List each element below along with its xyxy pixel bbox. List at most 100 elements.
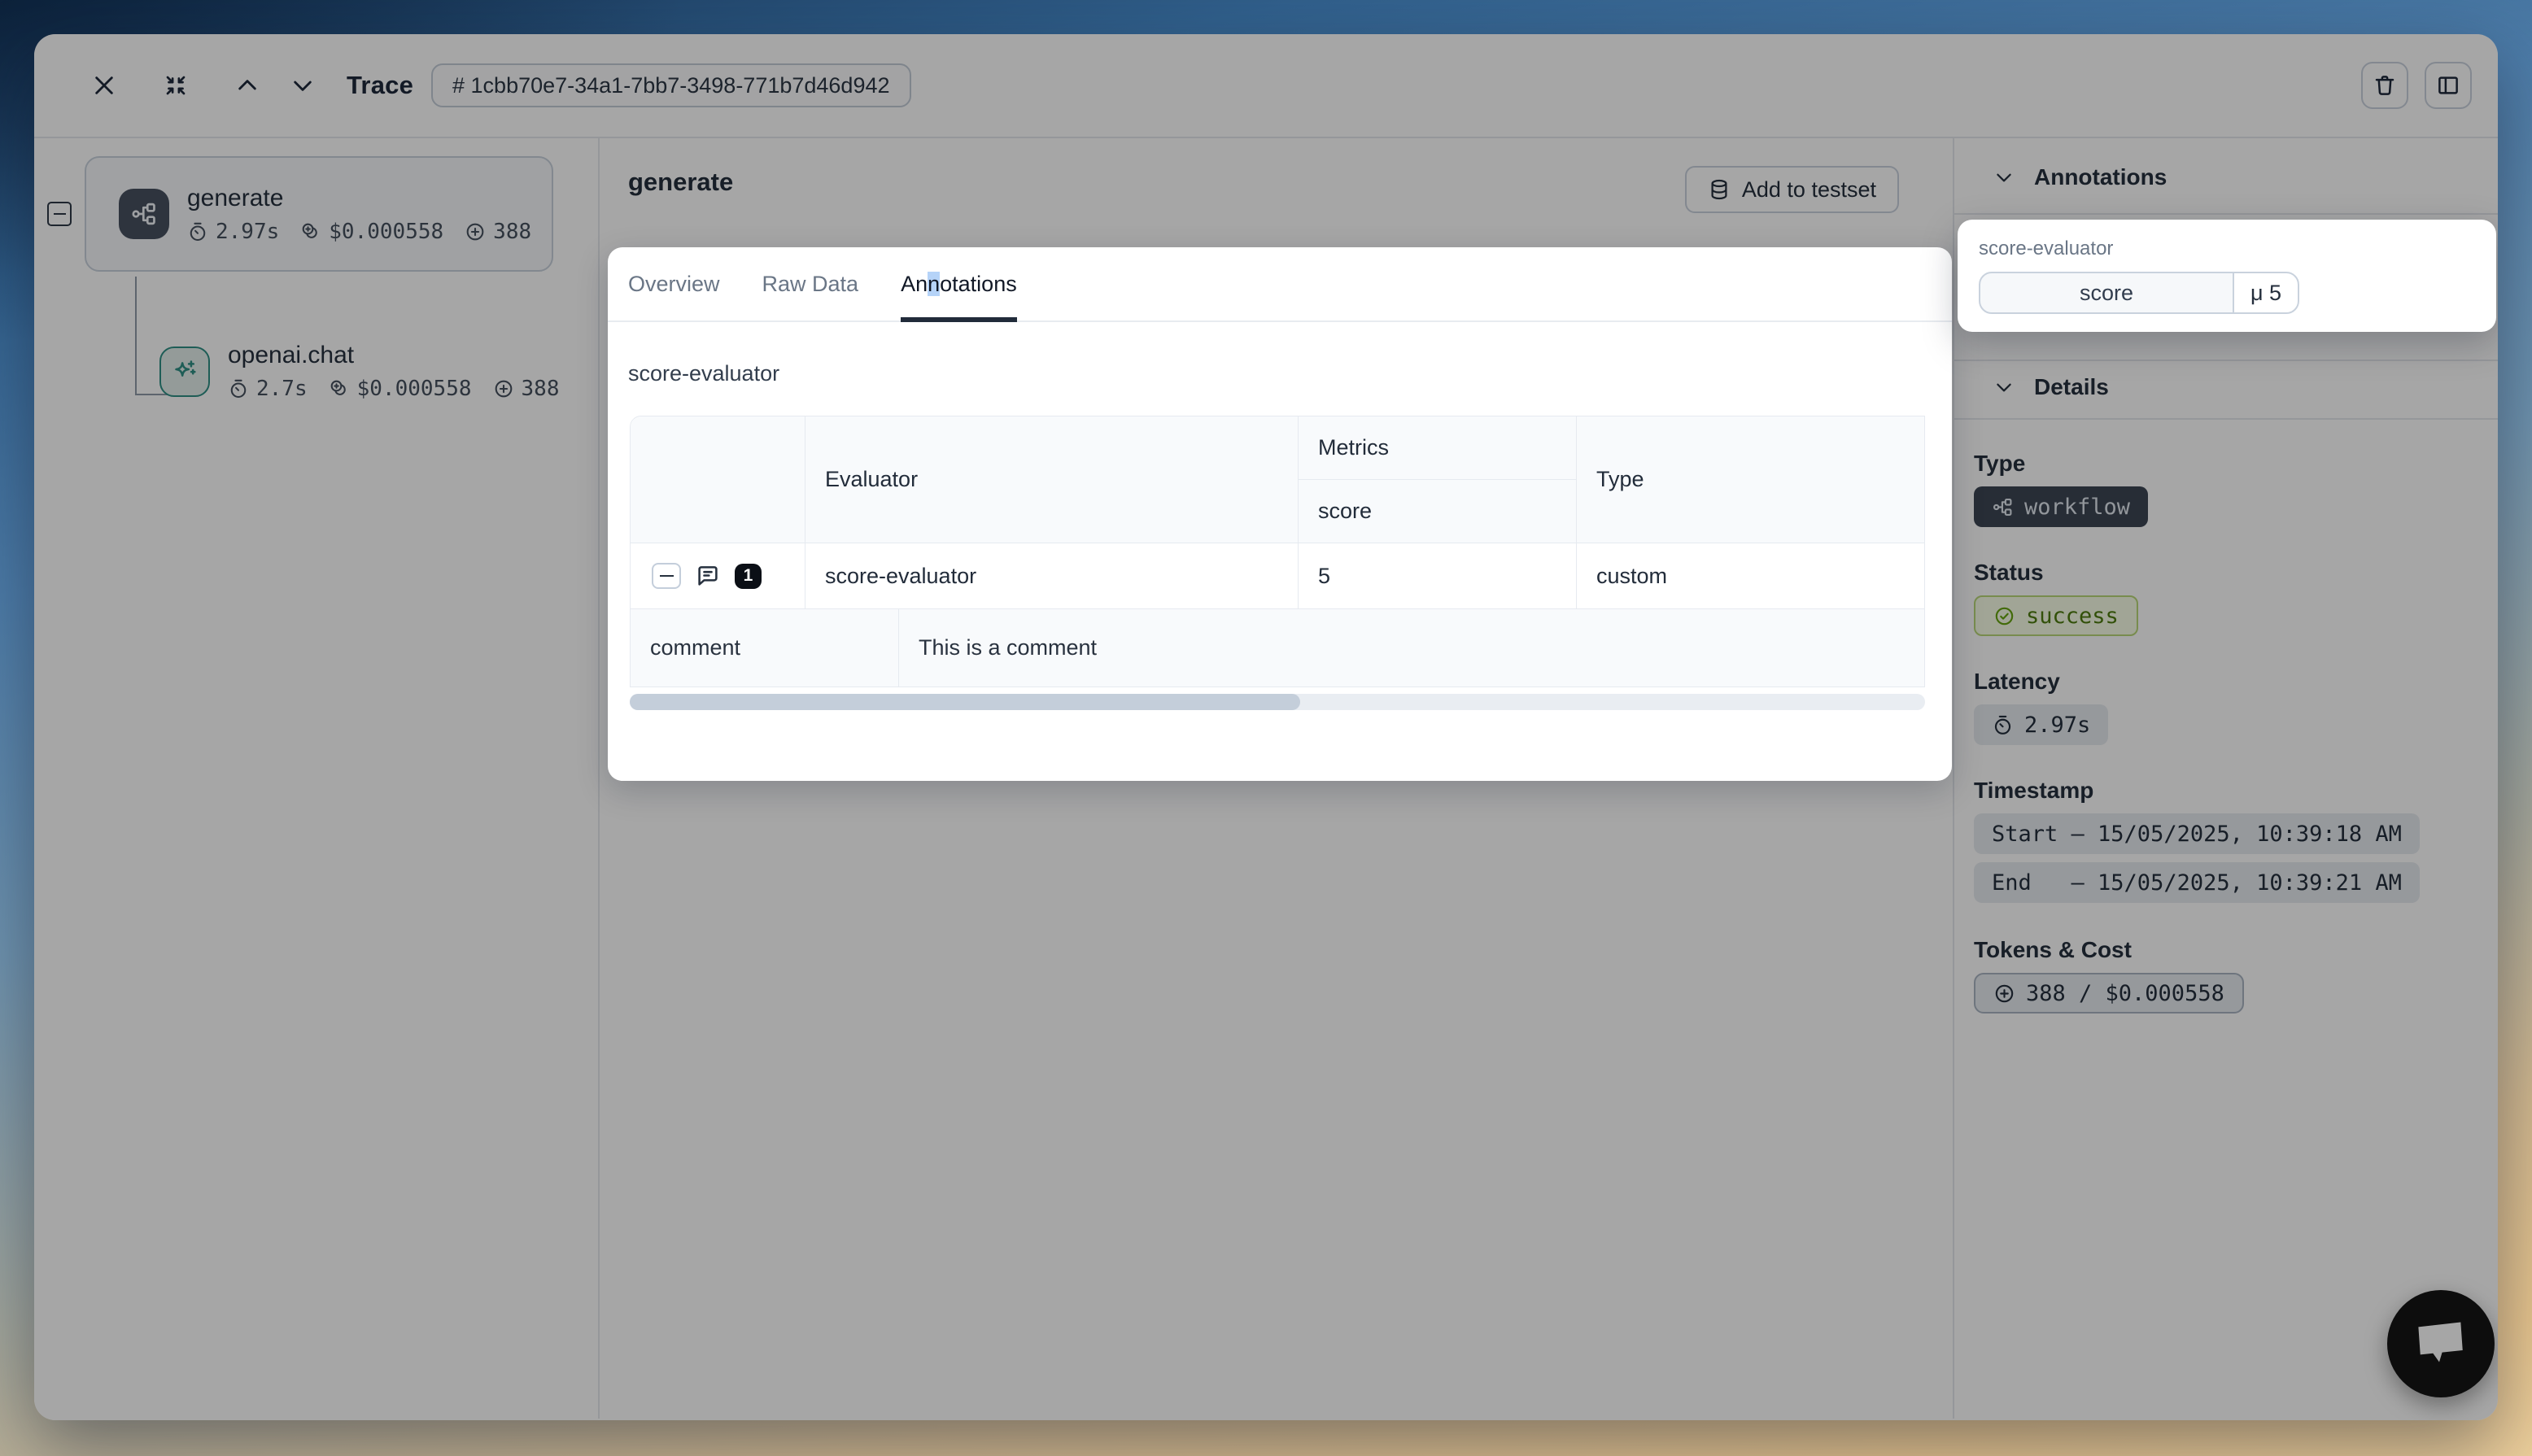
- annotations-section-header: Annotations: [1954, 138, 2498, 213]
- add-to-testset-button[interactable]: Add to testset: [1685, 166, 1899, 213]
- annotation-card: score-evaluator score μ 5: [1958, 220, 2496, 332]
- close-button[interactable]: [91, 72, 117, 98]
- spacer: [1974, 636, 2498, 669]
- span-name: generate: [187, 185, 531, 212]
- trace-title: Trace: [347, 71, 413, 100]
- annotations-collapse-button[interactable]: [1993, 167, 2015, 188]
- tab-overview[interactable]: Overview: [628, 247, 720, 320]
- latency-badge: 2.97s: [1974, 704, 2108, 745]
- cost-value: $0.000558: [329, 220, 443, 244]
- metrics-group-label: Metrics: [1299, 416, 1576, 480]
- stopwatch-icon: [187, 221, 208, 242]
- type-label: Type: [1974, 451, 2498, 477]
- page: Trace # 1cbb70e7-34a1-7bb7-3498-771b7d46…: [0, 0, 2532, 1456]
- side-panel: Annotations score-evaluator score μ 5: [1953, 138, 2498, 1419]
- tab-raw-data[interactable]: Raw Data: [762, 247, 859, 320]
- tokens-value: 388: [493, 220, 531, 244]
- tokens-cost-value: 388 / $0.000558: [2026, 981, 2224, 1006]
- collapse-button[interactable]: [163, 72, 189, 98]
- chevron-down-icon: [1993, 167, 2015, 188]
- span-stats: 2.97s $0.000558 388: [187, 220, 531, 244]
- span-detail-title: generate: [628, 168, 733, 197]
- spacer: [1974, 911, 2498, 937]
- metric-value-segment[interactable]: μ 5: [2233, 272, 2299, 314]
- trace-topbar: Trace # 1cbb70e7-34a1-7bb7-3498-771b7d46…: [34, 34, 2498, 138]
- latency-value: 2.97s: [216, 220, 279, 244]
- topbar-actions: [2361, 62, 2472, 109]
- latency-value: 2.97s: [2024, 713, 2090, 738]
- comment-bubble-icon[interactable]: [695, 563, 721, 589]
- trace-id-badge[interactable]: # 1cbb70e7-34a1-7bb7-3498-771b7d46d942: [431, 63, 910, 107]
- cost-stat: $0.000558: [329, 377, 472, 401]
- stopwatch-icon: [228, 378, 249, 399]
- toggle-side-panel-button[interactable]: [2425, 62, 2472, 109]
- metric-sub-label: score: [1299, 480, 1576, 543]
- tab-label: Annotations: [901, 272, 1017, 297]
- status-value: success: [2026, 604, 2119, 629]
- next-span-button[interactable]: [290, 72, 316, 98]
- span-node-generate[interactable]: generate 2.97s $0.000558: [85, 156, 553, 272]
- tab-label: Raw Data: [762, 272, 859, 297]
- coins-icon: [329, 378, 350, 399]
- plus-circle-icon: [1993, 983, 2015, 1005]
- collapse-row-button[interactable]: [652, 563, 681, 589]
- details-collapse-button[interactable]: [1993, 377, 2015, 398]
- divider: [1954, 213, 2498, 215]
- delete-trace-button[interactable]: [2361, 62, 2408, 109]
- workflow-icon: [119, 189, 169, 239]
- span-node-body: openai.chat 2.7s $0.000558: [228, 342, 559, 401]
- annotations-section-title: Annotations: [2034, 164, 2167, 190]
- latency-value: 2.7s: [256, 377, 308, 401]
- details-section-title: Details: [2034, 374, 2109, 400]
- tokens-stat: 388: [493, 377, 560, 401]
- metric-name-segment[interactable]: score: [1979, 272, 2234, 314]
- annotation-metric-pill: score μ 5: [1979, 272, 2299, 314]
- timestamp-badges: Start — 15/05/2025, 10:39:18 AM End — 15…: [1974, 813, 2498, 911]
- details-fields: Type workflow Status success Latency: [1954, 420, 2498, 1014]
- tokens-cost-label: Tokens & Cost: [1974, 937, 2498, 963]
- minus-icon: [660, 575, 674, 578]
- span-detail-main: generate Add to testset Overview Raw Dat…: [600, 138, 1953, 1419]
- plus-circle-icon: [493, 378, 514, 399]
- cell-evaluator: score-evaluator: [805, 543, 1298, 608]
- tokens-value: 388: [522, 377, 560, 401]
- spacer: [1974, 745, 2498, 778]
- timestamp-label: Timestamp: [1974, 778, 2498, 804]
- header-cell-empty: [631, 416, 805, 543]
- plus-circle-icon: [465, 221, 486, 242]
- row-tools-cell: 1: [631, 543, 805, 608]
- sparkles-icon: [159, 347, 210, 397]
- chevron-up-icon: [234, 72, 260, 98]
- header-cell-type: Type: [1576, 416, 1924, 543]
- span-node-openai-chat[interactable]: openai.chat 2.7s $0.000558: [159, 342, 559, 401]
- spacer: [1974, 527, 2498, 560]
- comment-count-badge: 1: [735, 564, 762, 589]
- tab-label: Overview: [628, 272, 720, 297]
- tokens-stat: 388: [465, 220, 531, 244]
- cell-score: 5: [1298, 543, 1576, 608]
- scrollbar-thumb[interactable]: [630, 694, 1300, 710]
- panel-layout-icon: [2436, 73, 2460, 98]
- drawer-columns: generate 2.97s $0.000558: [34, 138, 2498, 1419]
- latency-label: Latency: [1974, 669, 2498, 695]
- type-value: workflow: [2024, 495, 2130, 520]
- table-row: 1 score-evaluator 5 custom: [631, 543, 1924, 608]
- horizontal-scrollbar[interactable]: [630, 694, 1925, 710]
- status-badge: success: [1974, 595, 2138, 636]
- table-header: Evaluator Metrics score Type: [631, 416, 1924, 543]
- evaluator-section-title: score-evaluator: [628, 361, 1952, 386]
- tree-collapse-toggle[interactable]: [47, 202, 72, 226]
- chat-launcher-button[interactable]: [2387, 1290, 2495, 1397]
- coins-icon: [300, 221, 321, 242]
- prev-span-button[interactable]: [234, 72, 260, 98]
- annotations-tab-panel: Overview Raw Data Annotations score-eval…: [608, 247, 1952, 781]
- start-timestamp-badge: Start — 15/05/2025, 10:39:18 AM: [1974, 813, 2420, 854]
- comment-value-cell: This is a comment: [899, 609, 1924, 687]
- span-tree: generate 2.97s $0.000558: [34, 138, 600, 1419]
- span-name: openai.chat: [228, 342, 559, 369]
- tab-annotations[interactable]: Annotations: [901, 247, 1017, 320]
- latency-stat: 2.7s: [228, 377, 308, 401]
- database-icon: [1708, 178, 1731, 201]
- cost-value: $0.000558: [357, 377, 472, 401]
- close-icon: [91, 72, 117, 98]
